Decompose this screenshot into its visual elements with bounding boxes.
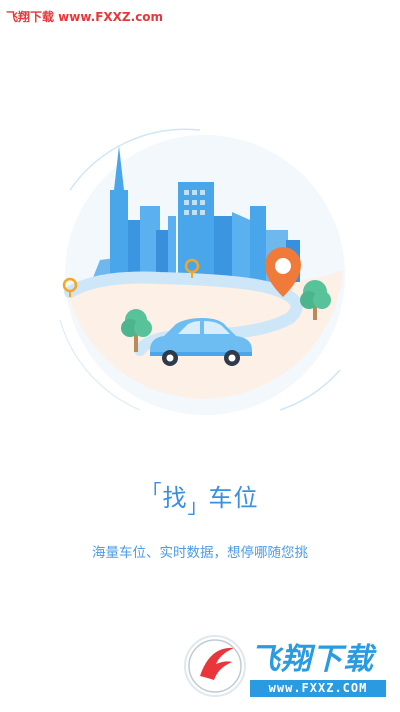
logo-emblem-icon <box>184 635 246 697</box>
title-bracketed-word: 找 <box>162 484 188 512</box>
logo-watermark: 飞翔下载 www.FXXZ.COM <box>180 628 392 704</box>
logo-name: 飞翔下载 <box>250 642 374 677</box>
corner-bracket-open: 「 <box>141 480 163 504</box>
corner-bracket-close: 」 <box>187 494 209 518</box>
onboarding-title: 「找」车位 <box>0 478 400 518</box>
site-watermark: 飞翔下载 www.FXXZ.com <box>6 10 164 24</box>
title-rest: 车位 <box>208 484 259 512</box>
onboarding-subtitle: 海量车位、实时数据，想停哪随您挑 <box>92 545 308 561</box>
logo-url: www.FXXZ.COM <box>250 680 386 697</box>
city-parking-illustration <box>59 128 345 415</box>
